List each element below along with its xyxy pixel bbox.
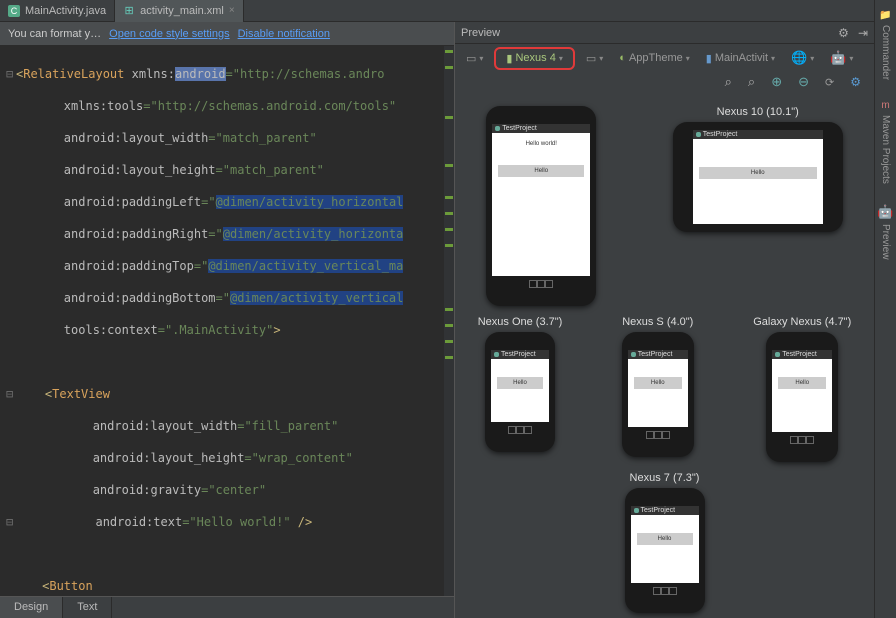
device-label: Nexus S (4.0") <box>622 316 693 328</box>
tab-label: activity_main.xml <box>140 5 224 17</box>
preview-zoom-toolbar: ⌕ ⌕ ⊕ ⊖ ⟳ ⚙ <box>455 72 874 96</box>
editor-mode-tabs: Design Text <box>0 596 454 618</box>
preview-canvas: TestProjectHello world!Hello Nexus 10 (10… <box>455 96 874 618</box>
device-label: Nexus One (3.7") <box>478 316 563 328</box>
theme-icon: ◐ <box>619 52 626 64</box>
gear-icon[interactable]: ⚙ <box>838 26 849 40</box>
device-preview[interactable]: Nexus S (4.0")TestProjectHello <box>622 316 694 462</box>
preview-header: Preview ⚙ ⇥ <box>455 22 874 44</box>
api-selector[interactable]: 🤖▾ <box>825 48 858 68</box>
android-icon: 🤖 <box>877 204 893 220</box>
activity-icon: ▮ <box>706 52 712 65</box>
zoom-in-icon[interactable]: ⊕ <box>766 74 787 90</box>
xml-code-editor[interactable]: ⊟<RelativeLayout xmlns:android="http://s… <box>0 46 454 596</box>
editor-tabs-bar: C MainActivity.java ⊞ activity_main.xml … <box>0 0 874 22</box>
zoom-actual-icon[interactable]: ⌕ <box>743 74 760 90</box>
maven-tool-button[interactable]: m Maven Projects <box>880 100 891 184</box>
device-preview[interactable]: Nexus 10 (10.1")TestProjectHello <box>673 106 843 306</box>
notification-text: You can format y… <box>8 28 101 40</box>
device-label: Galaxy Nexus (4.7") <box>753 316 851 328</box>
open-code-style-link[interactable]: Open code style settings <box>109 28 229 40</box>
minimize-icon[interactable]: ⇥ <box>858 26 868 40</box>
config-dropdown[interactable]: ▭▾ <box>461 50 488 67</box>
commander-tool-button[interactable]: 📁 Commander <box>879 10 891 80</box>
device-icon: ▮ <box>506 52 512 65</box>
device-label: Nexus 7 (7.3") <box>630 472 700 484</box>
preview-title: Preview <box>461 27 500 39</box>
java-class-icon: C <box>8 5 20 17</box>
device-selector[interactable]: ▮ Nexus 4 ▾ <box>494 47 574 70</box>
device-preview[interactable]: Nexus One (3.7")TestProjectHello <box>478 316 563 462</box>
locale-selector[interactable]: 🌐▾ <box>786 48 819 68</box>
activity-selector[interactable]: ▮ MainActivit ▾ <box>701 50 780 67</box>
refresh-icon[interactable]: ⟳ <box>820 74 839 90</box>
notification-bar: You can format y… Open code style settin… <box>0 22 454 46</box>
tab-label: MainActivity.java <box>25 5 106 17</box>
device-label: Nexus 10 (10.1") <box>717 106 799 118</box>
disable-notification-link[interactable]: Disable notification <box>238 28 330 40</box>
device-preview[interactable]: TestProjectHello world!Hello <box>486 106 596 306</box>
tab-activity-main-xml[interactable]: ⊞ activity_main.xml × <box>115 0 244 22</box>
zoom-fit-icon[interactable]: ⌕ <box>720 74 737 90</box>
settings-icon[interactable]: ⚙ <box>845 74 866 90</box>
marker-gutter <box>444 46 454 596</box>
device-preview[interactable]: Galaxy Nexus (4.7")TestProjectHello <box>753 316 851 462</box>
maven-icon: m <box>881 100 889 111</box>
right-tool-rail: 📁 Commander m Maven Projects 🤖 Preview <box>874 0 896 618</box>
close-icon[interactable]: × <box>229 5 235 16</box>
preview-tool-button[interactable]: 🤖 Preview <box>877 204 893 260</box>
tab-main-activity[interactable]: C MainActivity.java <box>0 0 115 22</box>
text-tab[interactable]: Text <box>63 597 112 618</box>
editor-pane: You can format y… Open code style settin… <box>0 22 455 618</box>
preview-toolbar: ▭▾ ▮ Nexus 4 ▾ ▭▾ ◐ AppTheme ▾ ▮ MainAct… <box>455 44 874 72</box>
theme-selector[interactable]: ◐ AppTheme ▾ <box>614 50 694 66</box>
commander-icon: 📁 <box>879 10 891 21</box>
device-preview[interactable]: Nexus 7 (7.3")TestProjectHello <box>625 472 705 613</box>
layout-xml-icon: ⊞ <box>123 5 135 17</box>
design-tab[interactable]: Design <box>0 597 63 618</box>
zoom-out-icon[interactable]: ⊖ <box>793 74 814 90</box>
orientation-dropdown[interactable]: ▭▾ <box>581 50 608 67</box>
preview-pane: Preview ⚙ ⇥ ▭▾ ▮ Nexus 4 ▾ ▭▾ ◐ AppTheme… <box>455 22 874 618</box>
